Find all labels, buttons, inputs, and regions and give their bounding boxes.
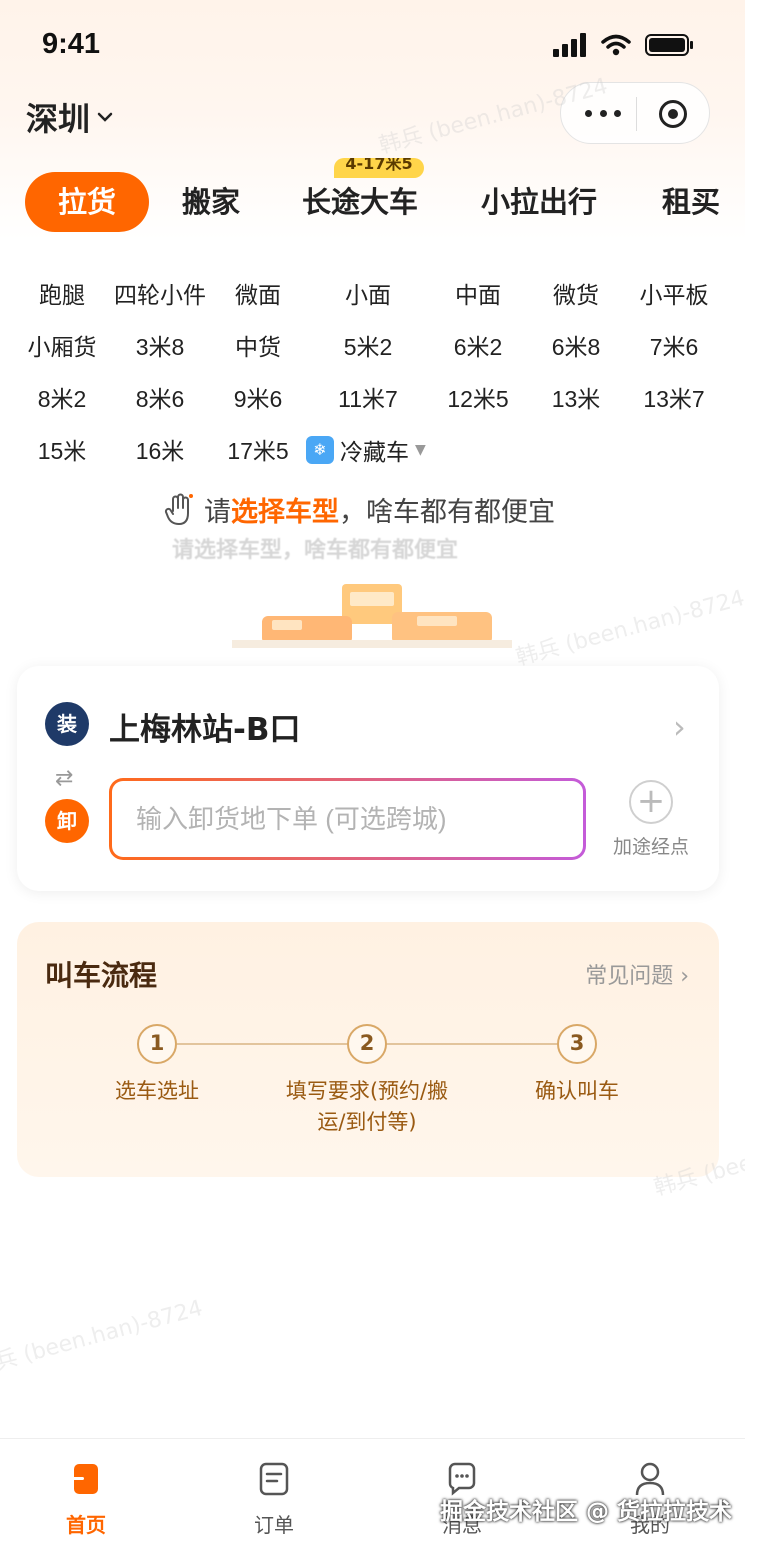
vehicle-option[interactable]: 8米2	[7, 380, 117, 414]
cold-chain-label: 冷藏车	[340, 440, 409, 466]
snowflake-icon: ❄	[306, 436, 334, 464]
flow-step: 2 填写要求(预约/搬运/到付等)	[277, 1024, 457, 1138]
vehicle-option[interactable]: 小平板	[619, 276, 729, 310]
swap-icon[interactable]: ⇄	[55, 766, 73, 791]
pickup-address[interactable]: 上梅林站-B口	[109, 704, 301, 749]
step-number: 3	[557, 1024, 597, 1064]
step-number: 2	[347, 1024, 387, 1064]
add-stop-button[interactable]: + 加途经点	[611, 780, 691, 859]
vehicle-option[interactable]: 15米	[7, 432, 117, 466]
tabbar-orders[interactable]: 订单	[214, 1461, 334, 1538]
vehicle-option[interactable]: 四轮小件	[105, 276, 215, 310]
vehicle-option[interactable]: 17米5	[203, 432, 313, 466]
address-card: 装 ⇄ 卸 上梅林站-B口 › + 加途经点	[17, 666, 719, 891]
plus-icon: +	[629, 780, 673, 824]
tabbar-home[interactable]: 首页	[26, 1461, 146, 1538]
vehicle-option[interactable]: 小面	[313, 276, 423, 310]
wifi-icon	[601, 34, 631, 56]
vehicle-option[interactable]: 8米6	[105, 380, 215, 414]
hand-pointer-icon	[164, 493, 193, 525]
tab-rent[interactable]: 租买	[662, 172, 720, 232]
tab-freight[interactable]: 拉货	[25, 172, 149, 232]
dropoff-input-wrapper	[109, 778, 586, 860]
chevron-right-icon[interactable]: ›	[673, 708, 686, 746]
tabbar-home-label: 首页	[66, 1513, 106, 1537]
watermark: 韩兵 (been.han)-8724	[0, 1295, 206, 1381]
credit-watermark: 掘金技术社区 @ 货拉拉技术	[440, 1499, 733, 1525]
vehicle-option[interactable]: 小厢货	[7, 328, 117, 362]
caret-down-icon: ▼	[415, 442, 426, 458]
vehicle-option[interactable]: 13米	[521, 380, 631, 414]
status-icons	[553, 33, 695, 57]
step-text: 填写要求(预约/搬运/到付等)	[285, 1079, 449, 1134]
add-stop-label: 加途经点	[612, 836, 689, 858]
step-number: 1	[137, 1024, 177, 1064]
cold-chain-option[interactable]: ❄ 冷藏车 ▼	[306, 433, 426, 467]
vehicle-option[interactable]: 12米5	[423, 380, 533, 414]
order-list-icon	[258, 1461, 290, 1497]
vehicle-option[interactable]: 中货	[203, 328, 313, 362]
order-flow-card: 叫车流程 常见问题 › 1 选车选址 2 填写要求(预约/搬运/到付等) 3 确…	[17, 922, 719, 1177]
vehicle-option[interactable]: 16米	[105, 432, 215, 466]
chevron-down-icon	[97, 112, 113, 122]
faq-link[interactable]: 常见问题 ›	[585, 958, 689, 990]
vehicle-option[interactable]: 9米6	[203, 380, 313, 414]
truck-illustration	[232, 584, 512, 648]
vehicle-option[interactable]: 跑腿	[7, 276, 117, 310]
vehicle-option[interactable]: 5米2	[313, 328, 423, 362]
load-tag: 装	[45, 702, 89, 746]
vehicle-option[interactable]: 13米7	[619, 380, 729, 414]
status-bar: 9:41	[0, 0, 745, 80]
close-target-icon[interactable]	[659, 100, 687, 128]
city-selector[interactable]: 深圳	[26, 94, 114, 140]
tab-ride[interactable]: 小拉出行	[481, 172, 597, 232]
vehicle-option[interactable]: 6米2	[423, 328, 533, 362]
more-icon[interactable]	[583, 99, 623, 127]
select-vehicle-hint: 请选择车型，啥车都有都便宜	[164, 490, 555, 529]
tabbar-orders-label: 订单	[254, 1513, 294, 1537]
watermark: 韩兵 (been.han)-8724	[513, 585, 745, 671]
vehicle-option[interactable]: 微货	[521, 276, 631, 310]
hint-suffix: ，啥车都有都便宜	[339, 497, 555, 528]
tab-moving[interactable]: 搬家	[182, 172, 240, 232]
flow-title: 叫车流程	[45, 959, 158, 992]
signal-icon	[553, 33, 586, 57]
vehicle-option[interactable]: 3米8	[105, 328, 215, 362]
navigation-bar: 深圳	[0, 80, 745, 160]
miniprogram-capsule	[560, 82, 710, 144]
flow-step: 3 确认叫车	[487, 1024, 667, 1107]
unload-tag: 卸	[45, 799, 89, 843]
home-icon	[70, 1461, 102, 1497]
vehicle-option[interactable]: 中面	[423, 276, 533, 310]
step-text: 选车选址	[115, 1079, 199, 1103]
dropoff-input[interactable]	[136, 803, 559, 835]
hint-highlight: 选择车型	[231, 497, 339, 528]
vehicle-option[interactable]: 7米6	[619, 328, 729, 362]
app-screen: 9:41 深圳 4-17米5 拉货 搬家 长途大车 小拉出行 租买 跑腿 四轮小…	[0, 0, 745, 1547]
service-tabs: 拉货 搬家 长途大车 小拉出行 租买	[0, 172, 745, 234]
tab-long-haul[interactable]: 长途大车	[302, 172, 418, 232]
hint-ghost-text: 请选择车型，啥车都有都便宜	[172, 538, 459, 563]
capsule-divider	[636, 97, 637, 131]
city-name: 深圳	[26, 100, 91, 138]
flow-step: 1 选车选址	[67, 1024, 247, 1107]
hint-prefix: 请	[204, 497, 231, 528]
status-time: 9:41	[42, 28, 101, 60]
step-text: 确认叫车	[535, 1079, 619, 1103]
vehicle-option[interactable]: 11米7	[313, 380, 423, 414]
battery-icon	[645, 34, 693, 56]
vehicle-option[interactable]: 6米8	[521, 328, 631, 362]
vehicle-option[interactable]: 微面	[203, 276, 313, 310]
